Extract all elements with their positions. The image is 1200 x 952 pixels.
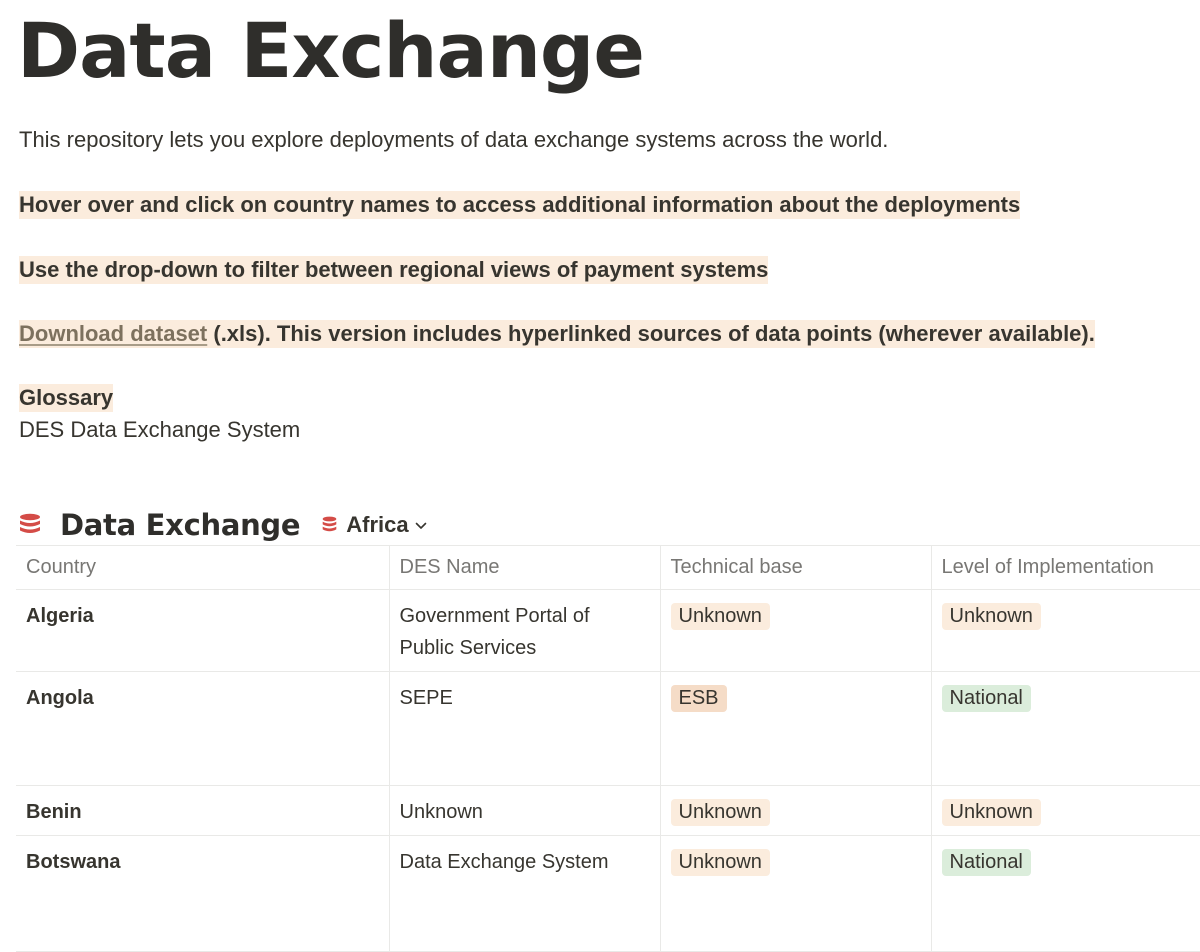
tag-badge: Unknown xyxy=(941,603,1041,630)
column-header-country[interactable]: Country xyxy=(16,545,390,590)
dropdown-instruction-text: Use the drop-down to filter between regi… xyxy=(19,256,769,284)
technical-base-cell: ESB xyxy=(659,671,932,786)
hover-instruction: Hover over and click on country names to… xyxy=(19,190,1021,220)
hover-instruction-text: Hover over and click on country names to… xyxy=(19,191,1021,219)
des-name-cell: SEPE xyxy=(388,671,661,786)
glossary-heading-text: Glossary xyxy=(19,384,114,412)
database-title[interactable]: Data Exchange xyxy=(60,508,301,542)
view-dropdown[interactable]: Africa xyxy=(322,512,426,538)
column-header-level[interactable]: Level of Implementation xyxy=(930,545,1200,590)
level-cell: National xyxy=(930,671,1200,786)
tag-badge: National xyxy=(941,849,1031,876)
table-row: Benin Unknown Unknown Unknown xyxy=(16,785,1200,836)
tag-badge: Unknown xyxy=(670,849,770,876)
country-cell[interactable]: Angola xyxy=(16,671,390,786)
tag-badge: ESB xyxy=(670,685,727,712)
des-name-cell: Data Exchange System xyxy=(388,835,661,952)
data-exchange-table: Country DES Name Technical base Level of… xyxy=(16,545,1200,952)
technical-base-cell: Unknown xyxy=(659,835,932,952)
database-view-icon xyxy=(322,516,337,532)
tag-badge: Unknown xyxy=(670,799,770,826)
database-header: Data Exchange Africa xyxy=(19,503,427,547)
table-header-row: Country DES Name Technical base Level of… xyxy=(16,545,1200,590)
glossary-entry: DES Data Exchange System xyxy=(19,417,301,442)
chevron-down-icon xyxy=(415,522,426,529)
des-name-cell: Government Portal of Public Services xyxy=(388,589,661,672)
country-cell[interactable]: Benin xyxy=(16,785,390,836)
des-name-cell: Unknown xyxy=(388,785,661,836)
country-cell[interactable]: Algeria xyxy=(16,589,390,672)
page-title: Data Exchange xyxy=(17,6,645,95)
technical-base-cell: Unknown xyxy=(659,785,932,836)
tag-badge: National xyxy=(941,685,1031,712)
database-icon xyxy=(20,513,40,533)
download-line: Download dataset (.xls). This version in… xyxy=(19,319,1095,349)
column-header-des-name[interactable]: DES Name xyxy=(388,545,661,590)
tag-badge: Unknown xyxy=(670,603,770,630)
table-row: Algeria Government Portal of Public Serv… xyxy=(16,589,1200,672)
column-header-technical-base[interactable]: Technical base xyxy=(659,545,932,590)
download-description: (.xls). This version includes hyperlinke… xyxy=(207,321,1095,346)
level-cell: Unknown xyxy=(930,589,1200,672)
intro-text: This repository lets you explore deploym… xyxy=(19,127,889,152)
download-dataset-link[interactable]: Download dataset xyxy=(19,321,207,346)
glossary-heading: Glossary xyxy=(19,383,114,413)
dropdown-instruction: Use the drop-down to filter between regi… xyxy=(19,255,769,285)
country-cell[interactable]: Botswana xyxy=(16,835,390,952)
technical-base-cell: Unknown xyxy=(659,589,932,672)
table-row: Angola SEPE ESB National xyxy=(16,671,1200,786)
table-row: Botswana Data Exchange System Unknown Na… xyxy=(16,835,1200,952)
tag-badge: Unknown xyxy=(941,799,1041,826)
level-cell: National xyxy=(930,835,1200,952)
view-label: Africa xyxy=(346,512,409,537)
level-cell: Unknown xyxy=(930,785,1200,836)
